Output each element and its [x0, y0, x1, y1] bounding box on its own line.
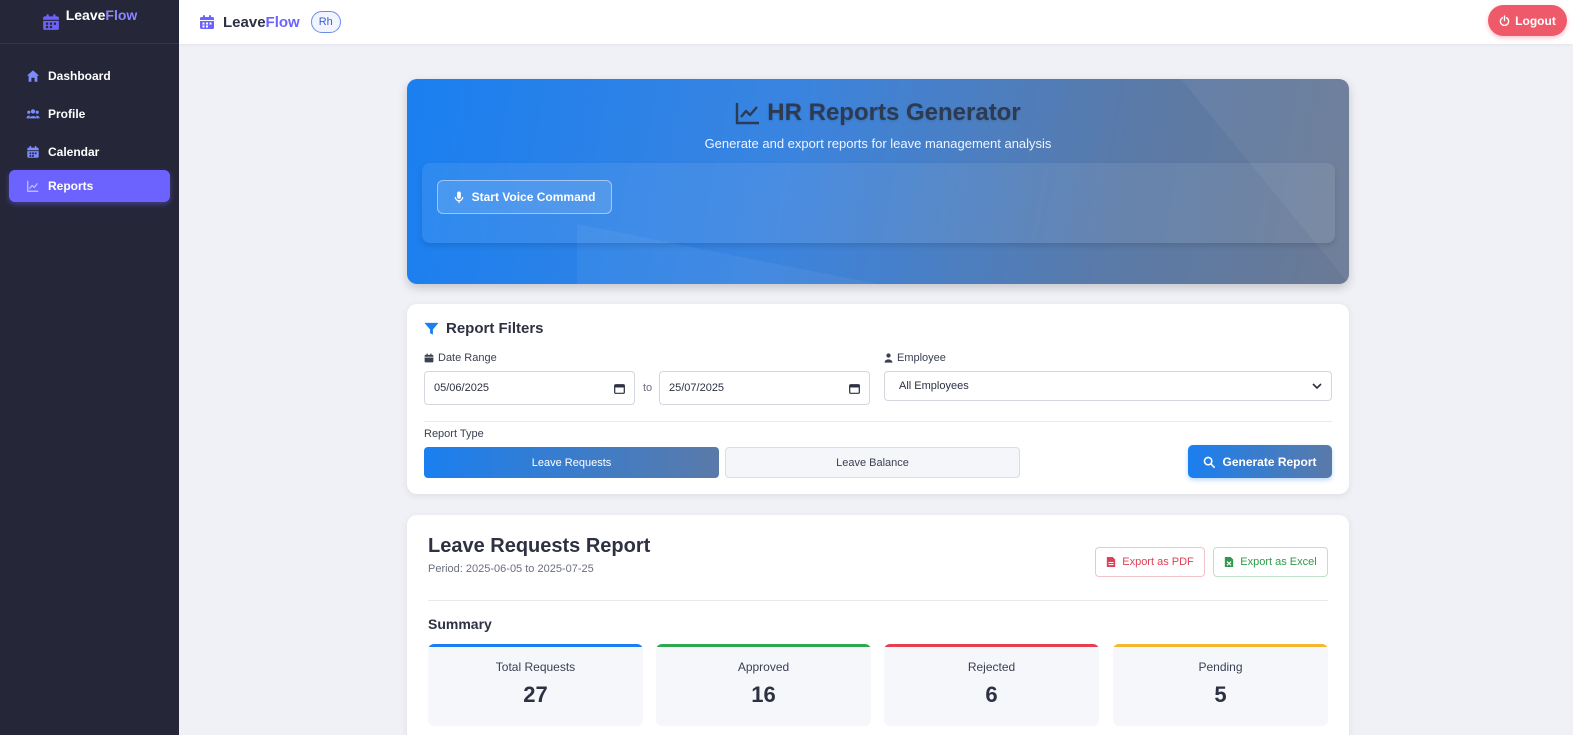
- excel-file-icon: [1225, 557, 1234, 567]
- stat-total-requests: Total Requests 27: [428, 644, 643, 726]
- filters-title: Report Filters: [424, 320, 544, 337]
- chart-icon: [27, 180, 39, 192]
- calendar-picker-icon[interactable]: [849, 383, 860, 394]
- calendar-picker-icon[interactable]: [614, 383, 625, 394]
- logout-button[interactable]: Logout: [1488, 5, 1567, 36]
- stat-label: Rejected: [967, 660, 1016, 674]
- sidebar-nav: Dashboard Profile Calendar Reports: [0, 44, 179, 202]
- filters-divider: [424, 421, 1332, 422]
- chevron-down-icon: [1312, 383, 1322, 390]
- search-icon: [1204, 456, 1216, 468]
- stat-label: Total Requests: [495, 660, 576, 674]
- stat-value: 6: [985, 682, 998, 707]
- start-voice-command-button[interactable]: Start Voice Command: [437, 180, 612, 214]
- stat-value: 27: [523, 682, 548, 707]
- stat-label: Approved: [737, 660, 790, 674]
- date-range-label: Date Range: [424, 352, 497, 364]
- calendar-icon: [200, 15, 214, 29]
- top-header: LeaveFlow Rh Logout: [179, 0, 1573, 44]
- report-title: Leave Requests Report: [428, 535, 651, 557]
- power-icon: [1499, 15, 1510, 26]
- report-type-label: Report Type: [424, 428, 484, 440]
- report-period: Period: 2025-06-05 to 2025-07-25: [428, 563, 594, 575]
- filter-icon: [424, 322, 439, 335]
- pdf-file-icon: [1107, 557, 1116, 567]
- date-from-input[interactable]: 05/06/2025: [424, 371, 635, 405]
- calendar-icon: [27, 145, 39, 158]
- export-pdf-button[interactable]: Export as PDF: [1095, 547, 1205, 577]
- report-divider: [428, 600, 1328, 601]
- sidebar-item-profile[interactable]: Profile: [9, 98, 170, 130]
- hero-banner: HR Reports Generator Generate and export…: [407, 79, 1349, 284]
- report-card: Leave Requests Report Period: 2025-06-05…: [407, 515, 1349, 735]
- sidebar-brand[interactable]: LeaveFlow: [0, 0, 179, 44]
- role-badge: Rh: [310, 11, 341, 33]
- report-type-leave-balance[interactable]: Leave Balance: [725, 447, 1020, 478]
- calendar-icon: [424, 353, 434, 363]
- calendar-icon: [42, 14, 59, 30]
- header-brand-name: LeaveFlow: [223, 13, 300, 31]
- date-to-input[interactable]: 25/07/2025: [659, 371, 870, 405]
- generate-report-button[interactable]: Generate Report: [1188, 445, 1332, 478]
- stat-accent-bar: [884, 644, 1099, 647]
- stat-accent-bar: [1113, 644, 1328, 647]
- employee-label: Employee: [884, 352, 946, 364]
- sidebar-item-label: Reports: [48, 179, 94, 193]
- sidebar: LeaveFlow Dashboard Profile Calendar Rep…: [0, 0, 179, 735]
- users-icon: [26, 109, 40, 119]
- stat-approved: Approved 16: [656, 644, 871, 726]
- hero-subtitle: Generate and export reports for leave ma…: [704, 136, 1052, 151]
- stat-value: 5: [1214, 682, 1227, 707]
- sidebar-item-label: Dashboard: [48, 69, 111, 83]
- logout-label: Logout: [1515, 13, 1556, 28]
- export-excel-button[interactable]: Export as Excel: [1213, 547, 1328, 577]
- sidebar-item-dashboard[interactable]: Dashboard: [9, 60, 170, 92]
- sidebar-item-label: Profile: [48, 107, 86, 121]
- chart-line-icon: [736, 103, 760, 125]
- stat-pending: Pending 5: [1113, 644, 1328, 726]
- user-icon: [884, 353, 893, 363]
- stat-accent-bar: [428, 644, 643, 647]
- stat-value: 16: [751, 682, 776, 707]
- summary-heading: Summary: [428, 616, 492, 632]
- voice-panel: Start Voice Command: [422, 163, 1335, 243]
- report-type-leave-requests[interactable]: Leave Requests: [424, 447, 719, 478]
- sidebar-brand-name: LeaveFlow: [65, 7, 138, 23]
- report-filters-card: Report Filters Date Range 05/06/2025 to …: [407, 304, 1349, 494]
- employee-select[interactable]: All Employees: [884, 371, 1332, 401]
- to-label: to: [643, 382, 653, 394]
- stat-label: Pending: [1198, 660, 1243, 674]
- hero-title: HR Reports Generator: [407, 99, 1349, 127]
- microphone-icon: [454, 190, 463, 203]
- stat-accent-bar: [656, 644, 871, 647]
- home-icon: [26, 70, 40, 82]
- sidebar-item-reports[interactable]: Reports: [9, 170, 170, 202]
- stat-rejected: Rejected 6: [884, 644, 1099, 726]
- sidebar-item-calendar[interactable]: Calendar: [9, 136, 170, 168]
- header-brand[interactable]: LeaveFlow: [199, 14, 300, 31]
- sidebar-item-label: Calendar: [48, 145, 100, 159]
